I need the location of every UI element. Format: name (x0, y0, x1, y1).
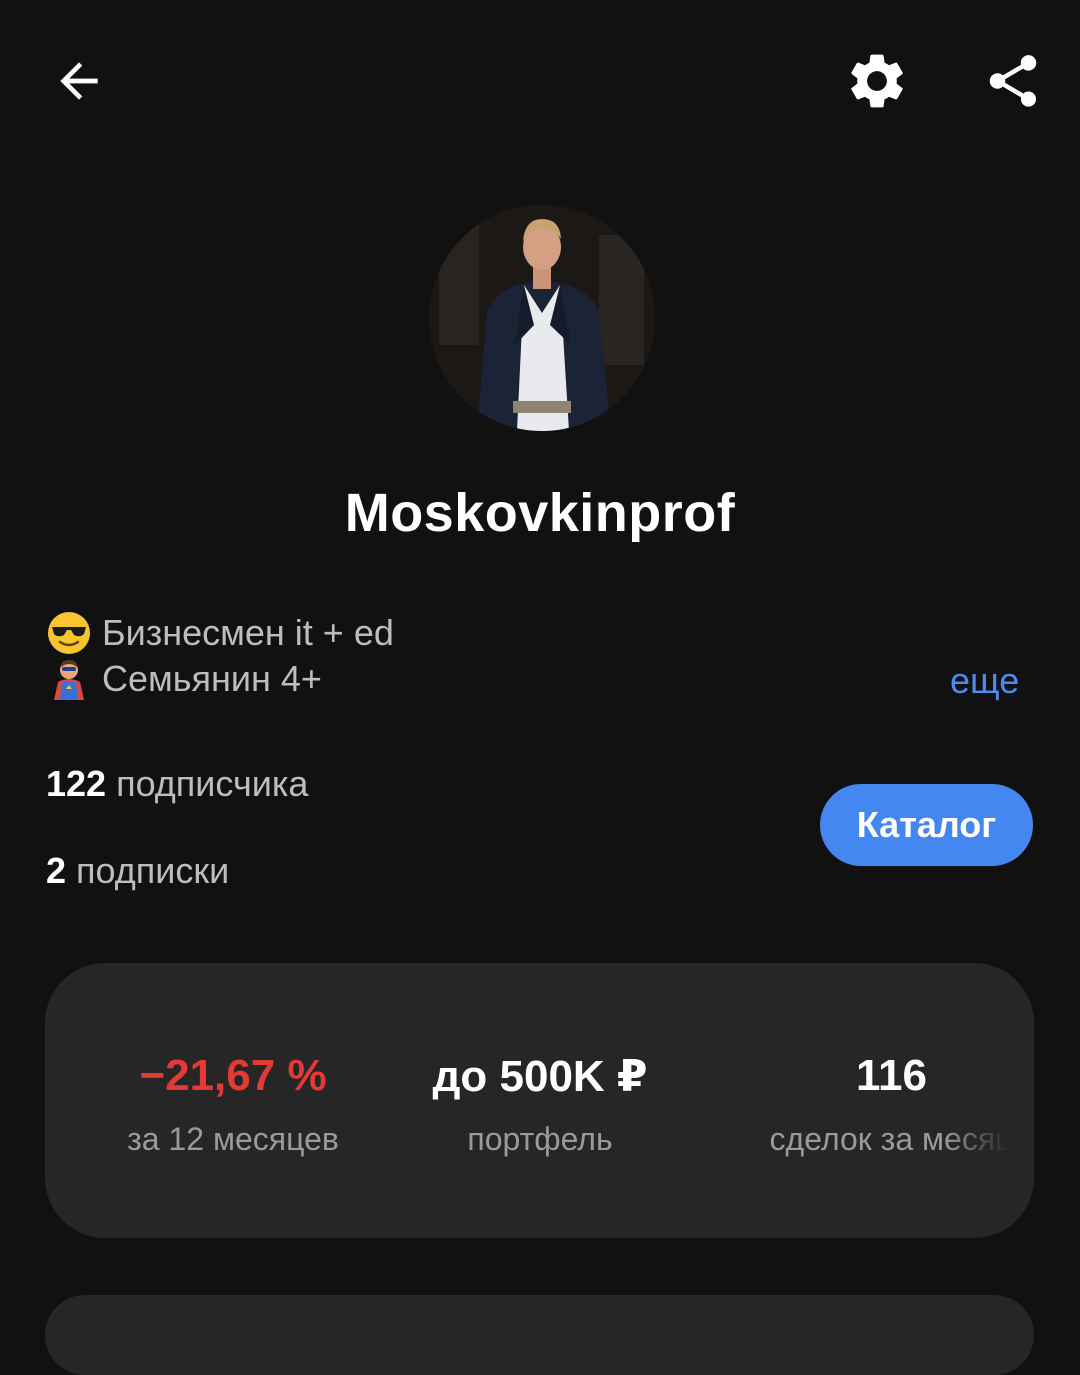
settings-button[interactable] (836, 40, 918, 122)
bio-line: Бизнесмен it + ed (46, 610, 394, 656)
avatar[interactable] (429, 205, 655, 431)
back-button[interactable] (38, 40, 120, 122)
share-icon (989, 55, 1037, 107)
sunglasses-face-icon (46, 610, 92, 656)
followers-label: подписчика (116, 763, 309, 804)
avatar-photo (429, 205, 655, 431)
bio-text: Семьянин 4+ (102, 658, 322, 699)
bio-text: Бизнесмен it + ed (102, 612, 394, 653)
more-link[interactable]: еще (950, 660, 1019, 702)
deals-stat: 116 сделок за месяц (705, 963, 1034, 1238)
following-number: 2 (46, 850, 67, 891)
portfolio-stat: до 500K ₽ портфель (390, 963, 690, 1238)
stats-card: −21,67 % за 12 месяцев до 500K ₽ портфел… (45, 963, 1034, 1238)
return-stat: −21,67 % за 12 месяцев (85, 963, 381, 1238)
followers-count[interactable]: 122 подписчика (46, 763, 308, 805)
return-value: −21,67 % (139, 1051, 327, 1100)
return-label: за 12 месяцев (127, 1121, 339, 1157)
deals-value: 116 (856, 1051, 927, 1100)
bio-line: Семьянин 4+ (46, 656, 322, 702)
scroll-fade (944, 1103, 1034, 1163)
catalog-button[interactable]: Каталог (820, 784, 1033, 866)
portfolio-value: до 500K ₽ (432, 1052, 648, 1101)
superhero-icon (46, 656, 92, 702)
next-card (45, 1295, 1034, 1375)
profile-name: Moskovkinprof (344, 483, 736, 543)
following-count[interactable]: 2 подписки (46, 850, 229, 892)
following-label: подписки (76, 850, 230, 891)
gear-icon (851, 54, 903, 108)
followers-number: 122 (46, 763, 107, 804)
arrow-left-icon (60, 62, 98, 100)
share-button[interactable] (972, 40, 1054, 122)
portfolio-label: портфель (467, 1121, 613, 1157)
